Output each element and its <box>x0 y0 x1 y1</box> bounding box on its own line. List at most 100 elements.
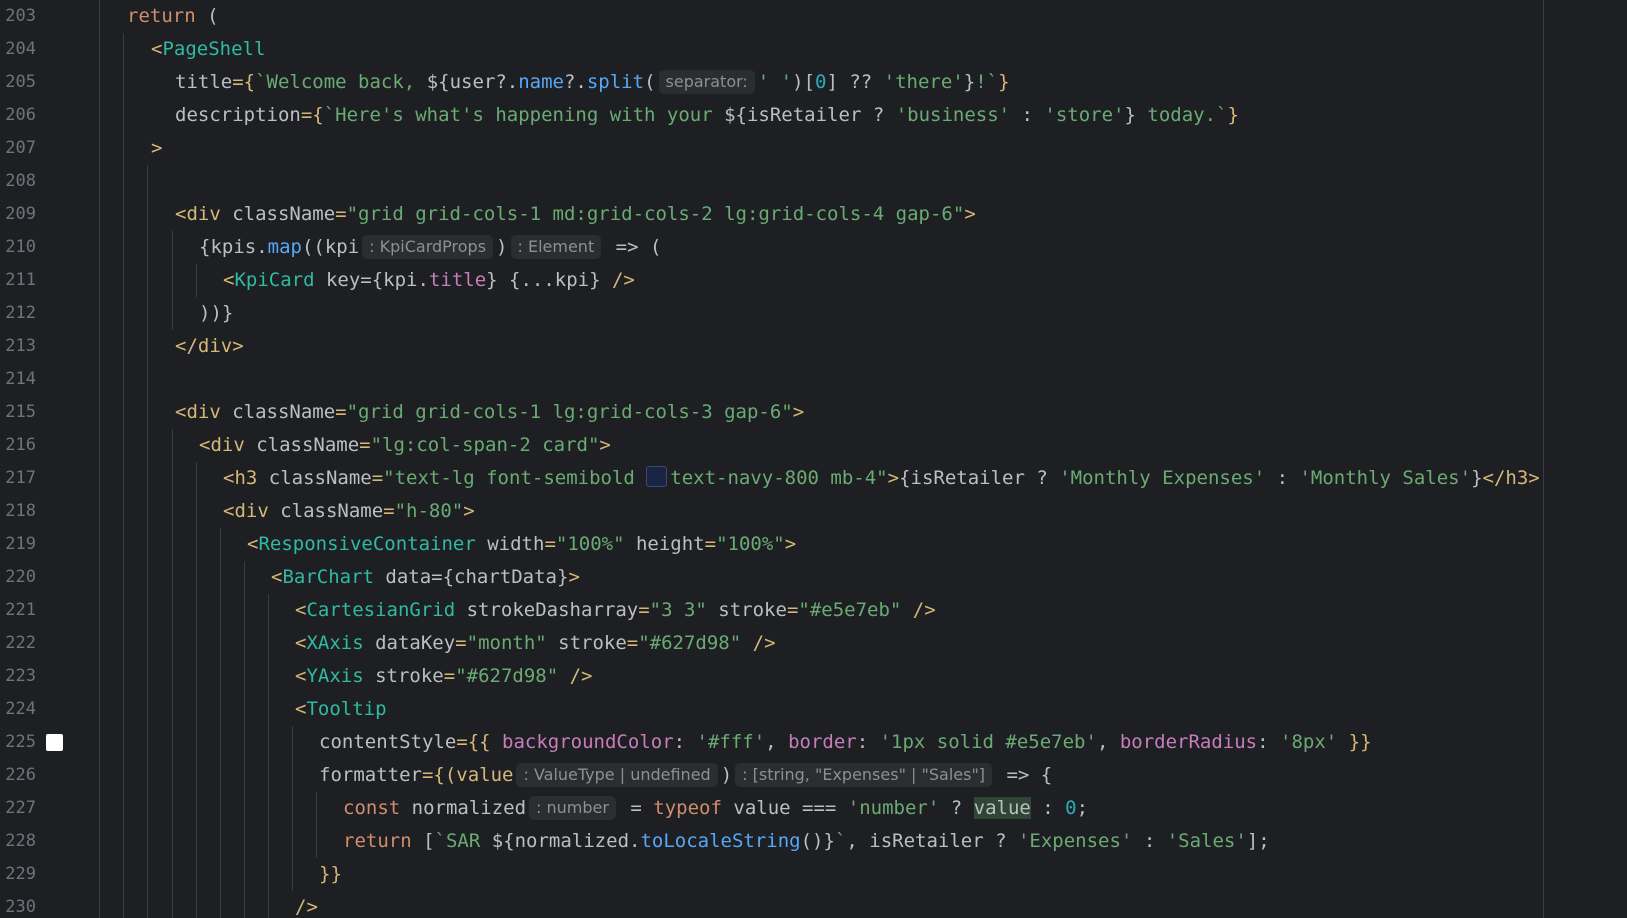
highlighted-token: value <box>973 797 1031 819</box>
code-line[interactable]: 219 <ResponsiveContainer width="100%" he… <box>0 528 1627 561</box>
token: } {...kpi} <box>486 269 612 291</box>
token: 'store' <box>1044 104 1125 126</box>
code-text[interactable]: <YAxis stroke="#627d98" /> <box>295 660 592 693</box>
token: "grid grid-cols-1 md:grid-cols-2 lg:grid… <box>346 203 965 225</box>
token: = <box>371 467 384 489</box>
code-line[interactable]: 212 ))} <box>0 297 1627 330</box>
token: < <box>295 698 307 720</box>
code-text[interactable]: description={`Here's what's happening wi… <box>175 99 1239 132</box>
code-text[interactable]: return ( <box>127 0 219 33</box>
token: 'there' <box>883 71 964 93</box>
token: ${user?. <box>426 71 519 93</box>
token: > <box>151 137 163 159</box>
token: KpiCard <box>234 269 315 291</box>
code-text[interactable]: > <box>151 132 162 165</box>
token: : <box>1030 797 1066 819</box>
code-line[interactable]: 230 /> <box>0 891 1627 918</box>
code-text[interactable]: <Tooltip <box>295 693 387 726</box>
token: ))} <box>199 302 234 324</box>
code-text[interactable]: <ResponsiveContainer width="100%" height… <box>247 528 796 561</box>
code-line[interactable]: 205 title={`Welcome back, ${user?.name?.… <box>0 66 1627 99</box>
type-hint[interactable]: : ValueType | undefined <box>516 763 718 787</box>
code-text[interactable]: }} <box>319 858 342 891</box>
token: ? <box>939 797 974 819</box>
code-line[interactable]: 204 <PageShell <box>0 33 1627 66</box>
token: => ( <box>604 236 662 258</box>
code-text[interactable]: <XAxis dataKey="month" stroke="#627d98" … <box>295 627 776 660</box>
code-line[interactable]: 217 <h3 className="text-lg font-semibold… <box>0 462 1627 495</box>
token: text-navy-800 mb-4" <box>670 467 888 489</box>
code-text[interactable]: contentStyle={{ backgroundColor: '#fff',… <box>319 726 1372 759</box>
token: 'Monthly Expenses' <box>1059 467 1266 489</box>
color-preview-icon[interactable] <box>46 734 63 751</box>
token: } <box>1471 467 1483 489</box>
code-line[interactable]: 213 </div> <box>0 330 1627 363</box>
token: : <box>1265 467 1300 489</box>
line-number: 226 <box>5 765 36 785</box>
token: > <box>887 467 900 489</box>
type-hint[interactable]: : Element <box>510 235 602 259</box>
token: 'number' <box>847 797 940 819</box>
code-line[interactable]: 224 <Tooltip <box>0 693 1627 726</box>
token: '#fff' <box>696 731 766 753</box>
code-line[interactable]: 203 return ( <box>0 0 1627 33</box>
token: ( <box>195 5 219 27</box>
token: map <box>267 236 302 258</box>
code-text[interactable]: <CartesianGrid strokeDasharray="3 3" str… <box>295 594 936 627</box>
code-editor[interactable]: 203 return ( 204 <PageShell 205 title={`… <box>0 0 1627 918</box>
parameter-hint[interactable]: separator: <box>658 70 755 94</box>
token: } <box>998 71 1010 93</box>
token: YAxis <box>306 665 364 687</box>
code-text[interactable]: <div className="lg:col-span-2 card"> <box>199 429 611 462</box>
code-text[interactable]: const normalized: number = typeof value … <box>343 792 1088 825</box>
token: 'business' <box>895 104 1011 126</box>
type-hint[interactable]: : [string, "Expenses" | "Sales"] <box>735 763 993 787</box>
code-line[interactable]: 221 <CartesianGrid strokeDasharray="3 3"… <box>0 594 1627 627</box>
line-number: 213 <box>5 336 36 356</box>
code-line[interactable]: 208 <box>0 165 1627 198</box>
code-line[interactable]: 209 <div className="grid grid-cols-1 md:… <box>0 198 1627 231</box>
token: stroke <box>363 665 444 687</box>
code-text[interactable]: <BarChart data={chartData}> <box>271 561 580 594</box>
code-line[interactable]: 214 <box>0 363 1627 396</box>
code-line[interactable]: 218 <div className="h-80"> <box>0 495 1627 528</box>
token: , <box>765 731 789 753</box>
code-text[interactable]: <div className="h-80"> <box>223 495 475 528</box>
token: 0 <box>1065 797 1077 819</box>
code-line[interactable]: 206 description={`Here's what's happenin… <box>0 99 1627 132</box>
code-text[interactable]: <h3 className="text-lg font-semibold tex… <box>223 462 1540 495</box>
code-text[interactable]: ))} <box>199 297 233 330</box>
type-hint[interactable]: : KpiCardProps <box>362 235 494 259</box>
token: < <box>247 533 259 555</box>
code-line[interactable]: 211 <KpiCard key={kpi.title} {...kpi} /> <box>0 264 1627 297</box>
code-text[interactable]: {kpis.map((kpi: KpiCardProps): Element =… <box>199 231 661 264</box>
code-line[interactable]: 223 <YAxis stroke="#627d98" /> <box>0 660 1627 693</box>
color-swatch-icon[interactable] <box>646 466 668 487</box>
type-hint[interactable]: : number <box>529 796 616 820</box>
line-number: 215 <box>5 402 36 422</box>
code-line[interactable]: 226 formatter={(value: ValueType | undef… <box>0 759 1627 792</box>
code-text[interactable]: title={`Welcome back, ${user?.name?.spli… <box>175 66 1010 99</box>
code-text[interactable]: <KpiCard key={kpi.title} {...kpi} /> <box>223 264 635 297</box>
token: = <box>335 401 347 423</box>
code-text[interactable]: <div className="grid grid-cols-1 lg:grid… <box>175 396 804 429</box>
code-text[interactable]: </div> <box>175 330 244 363</box>
code-text[interactable]: /> <box>295 891 318 918</box>
token: } <box>1227 104 1239 126</box>
code-line[interactable]: 228 return [`SAR ${normalized.toLocaleSt… <box>0 825 1627 858</box>
code-line[interactable]: 227 const normalized: number = typeof va… <box>0 792 1627 825</box>
code-text[interactable]: <div className="grid grid-cols-1 md:grid… <box>175 198 976 231</box>
code-line[interactable]: 215 <div className="grid grid-cols-1 lg:… <box>0 396 1627 429</box>
code-line[interactable]: 210 {kpis.map((kpi: KpiCardProps): Eleme… <box>0 231 1627 264</box>
token: Tooltip <box>306 698 387 720</box>
token: PageShell <box>162 38 266 60</box>
code-text[interactable]: <PageShell <box>151 33 265 66</box>
code-text[interactable]: formatter={(value: ValueType | undefined… <box>319 759 1052 792</box>
code-text[interactable]: return [`SAR ${normalized.toLocaleString… <box>343 825 1270 858</box>
code-line[interactable]: 207 > <box>0 132 1627 165</box>
code-line[interactable]: 229 }} <box>0 858 1627 891</box>
code-line[interactable]: 216 <div className="lg:col-span-2 card"> <box>0 429 1627 462</box>
code-line[interactable]: 225 contentStyle={{ backgroundColor: '#f… <box>0 726 1627 759</box>
code-line[interactable]: 220 <BarChart data={chartData}> <box>0 561 1627 594</box>
code-line[interactable]: 222 <XAxis dataKey="month" stroke="#627d… <box>0 627 1627 660</box>
